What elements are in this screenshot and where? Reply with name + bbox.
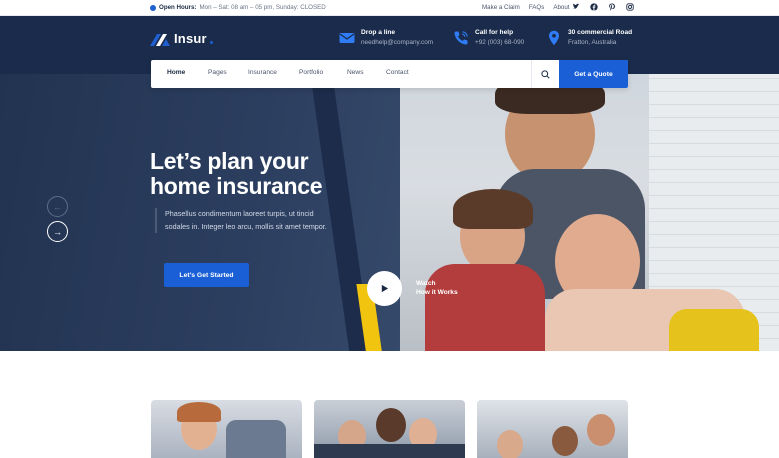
- make-claim-link[interactable]: Make a Claim: [482, 4, 520, 11]
- logo-mark-icon: [150, 33, 172, 46]
- instagram-icon[interactable]: [626, 3, 634, 11]
- logo-dot: [209, 40, 213, 44]
- nav-contact[interactable]: Contact: [386, 69, 409, 76]
- hero-title-line1: Let’s plan your: [150, 148, 309, 174]
- service-card-3[interactable]: [477, 400, 628, 458]
- envelope-icon: [339, 30, 355, 46]
- pinterest-icon[interactable]: [608, 3, 616, 11]
- nav-pages[interactable]: Pages: [208, 69, 227, 76]
- slider-next-button[interactable]: →: [47, 221, 68, 242]
- nav-insurance[interactable]: Insurance: [248, 69, 277, 76]
- contact-email-value[interactable]: needhelp@company.com: [361, 37, 433, 48]
- card-table: [314, 444, 465, 458]
- hero-title: Let’s plan your home insurance: [150, 149, 380, 199]
- main-navigation: Home Pages Insurance Portfolio News Cont…: [151, 60, 628, 88]
- hero-family-photo: [345, 74, 779, 351]
- location-pin-icon: [546, 30, 562, 46]
- top-links: Make a Claim FAQs About: [482, 4, 569, 11]
- faqs-link[interactable]: FAQs: [529, 4, 544, 11]
- contact-email: Drop a line needhelp@company.com: [339, 28, 433, 48]
- service-card-1[interactable]: [151, 400, 302, 458]
- card-person: [376, 408, 406, 442]
- logo-text: Insur: [174, 31, 207, 46]
- play-video-button[interactable]: [367, 271, 402, 306]
- contact-phone-title: Call for help: [475, 29, 514, 36]
- search-button[interactable]: [531, 60, 559, 88]
- hero-slider: Let’s plan your home insurance Phasellus…: [0, 74, 779, 351]
- get-started-button[interactable]: Let’s Get Started: [164, 263, 249, 287]
- phone-icon: [453, 30, 469, 46]
- twitter-icon[interactable]: [572, 3, 580, 11]
- open-hours-label: Open Hours:: [159, 4, 197, 11]
- card-person: [497, 430, 523, 458]
- contact-phone: Call for help +92 (003) 68-090: [453, 28, 524, 48]
- watch-line2: How it Works: [416, 289, 458, 296]
- girl-hair: [453, 189, 533, 229]
- nav-portfolio[interactable]: Portfolio: [299, 69, 323, 76]
- contact-email-title: Drop a line: [361, 29, 396, 36]
- card-person: [587, 414, 615, 446]
- arrow-left-icon: ←: [53, 201, 62, 212]
- site-logo[interactable]: Insur: [150, 31, 213, 46]
- social-links: [572, 3, 634, 11]
- contact-address: 30 commercial Road Fratton, Australia: [546, 28, 632, 48]
- hero-title-line2: home insurance: [150, 173, 323, 199]
- card-person-hair: [177, 402, 221, 422]
- clock-icon: [150, 4, 156, 11]
- girl-shirt: [425, 264, 545, 351]
- yellow-pillow: [669, 309, 759, 351]
- search-icon: [541, 69, 550, 79]
- watch-line1: Watch: [416, 280, 436, 287]
- get-quote-button[interactable]: Get a Quote: [559, 60, 628, 88]
- hero-description: Phasellus condimentum laoreet turpis, ut…: [155, 208, 330, 233]
- card-background-people: [226, 420, 286, 458]
- facebook-icon[interactable]: [590, 3, 598, 11]
- about-link[interactable]: About: [553, 4, 569, 11]
- contact-address-title: 30 commercial Road: [568, 29, 633, 36]
- service-card-2[interactable]: [314, 400, 465, 458]
- card-person: [552, 426, 578, 456]
- nav-news[interactable]: News: [347, 69, 364, 76]
- nav-home[interactable]: Home: [167, 69, 185, 76]
- contact-phone-value[interactable]: +92 (003) 68-090: [475, 37, 524, 48]
- slider-prev-button[interactable]: ←: [47, 196, 68, 217]
- open-hours-value: Mon – Sat: 08 am – 05 pm, Sunday: CLOSED: [199, 4, 326, 11]
- watch-video-label[interactable]: Watch How it Works: [416, 279, 458, 297]
- play-icon: [381, 284, 389, 293]
- open-hours: Open Hours: Mon – Sat: 08 am – 05 pm, Su…: [150, 4, 326, 11]
- top-utility-bar: Open Hours: Mon – Sat: 08 am – 05 pm, Su…: [0, 0, 779, 16]
- arrow-right-icon: →: [53, 226, 62, 237]
- contact-address-value: Fratton, Australia: [568, 39, 617, 46]
